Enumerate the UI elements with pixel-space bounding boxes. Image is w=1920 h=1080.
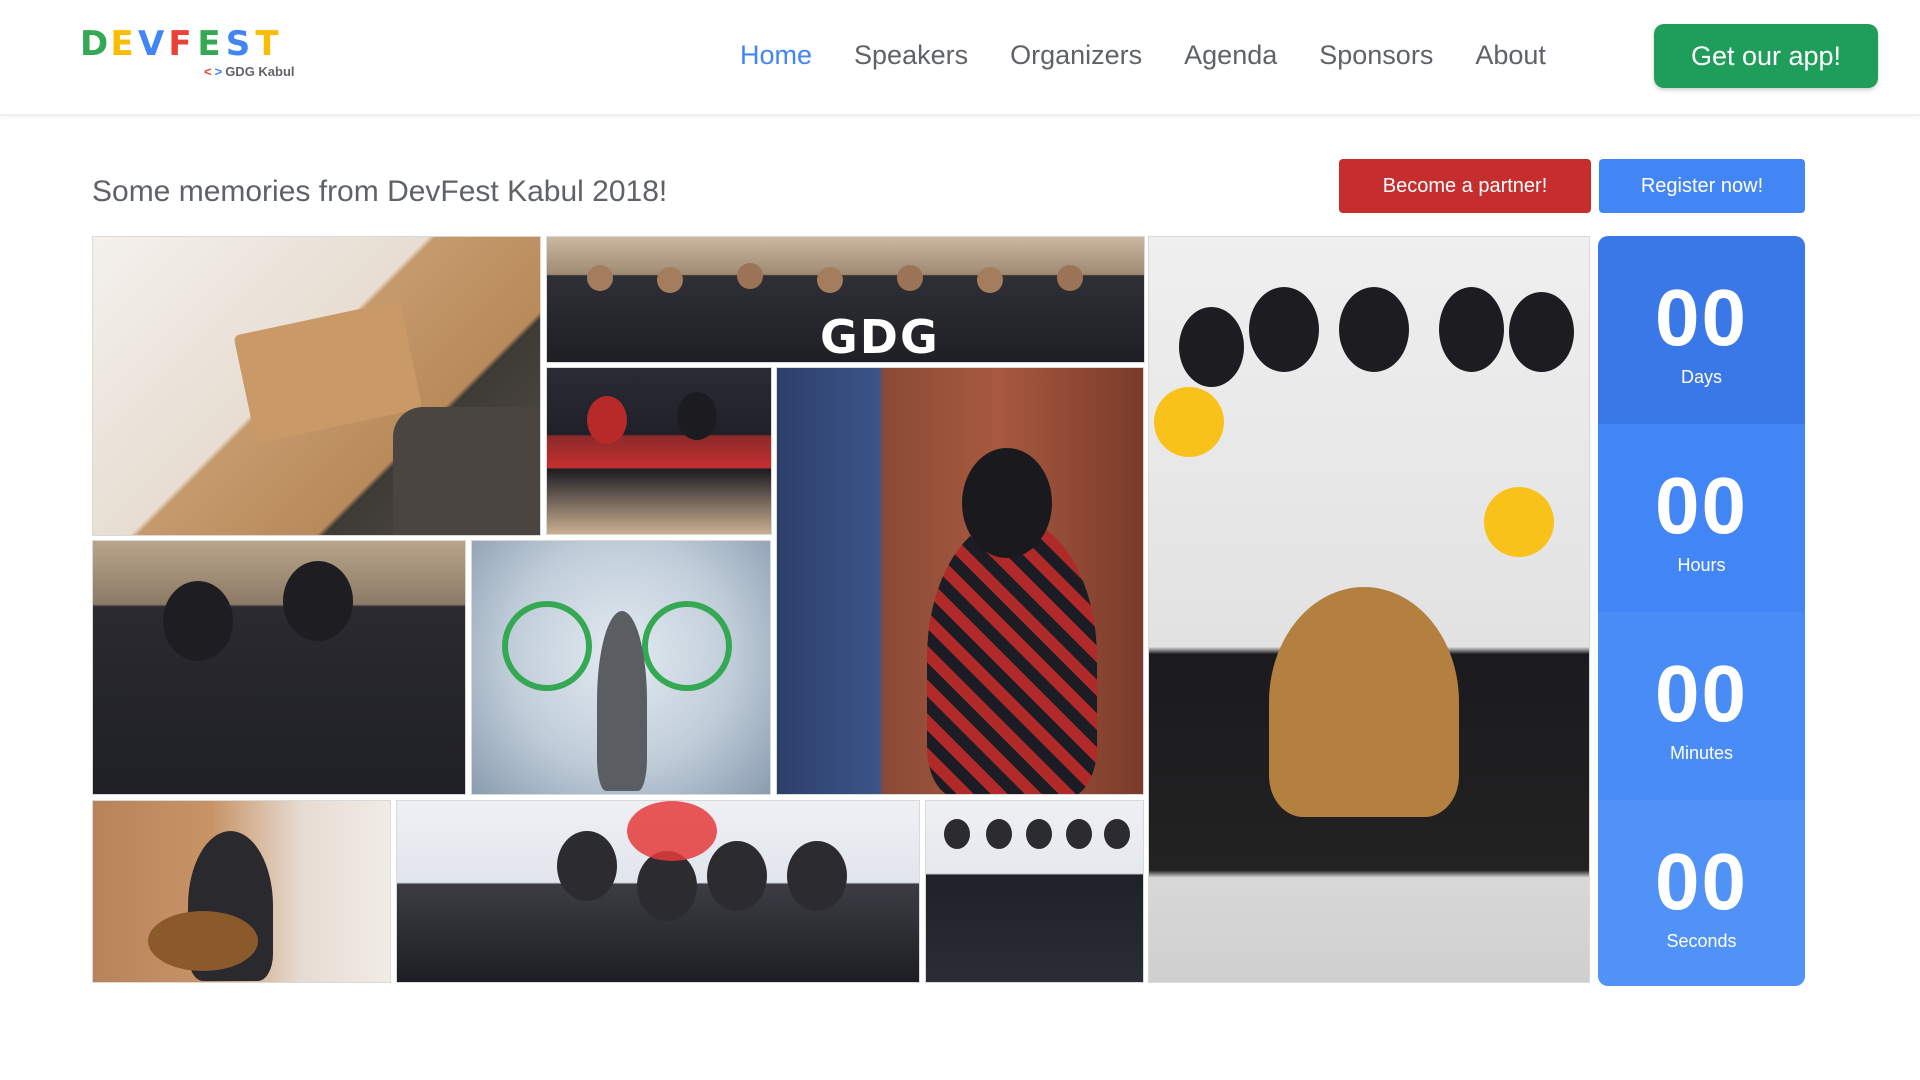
devfest-logo[interactable]: D E V F E S T < > GDG Kabul: [80, 24, 320, 84]
photo-selfie-group[interactable]: [396, 800, 920, 983]
person-head: [1439, 287, 1504, 372]
nav-home[interactable]: Home: [740, 38, 812, 72]
badge-stack-shape: [233, 300, 423, 444]
countdown-minutes-value: 00: [1655, 649, 1748, 738]
countdown-hours-value: 00: [1655, 461, 1748, 550]
person-head: [1104, 819, 1130, 849]
person-head: [787, 841, 847, 911]
site-header: D E V F E S T < > GDG Kabul Home Speakers…: [0, 0, 1920, 115]
person-head: [677, 392, 717, 440]
gdg-bracket-left-icon: <: [204, 64, 212, 79]
person-head: [944, 819, 970, 849]
person-head: [163, 581, 233, 661]
person-head: [897, 265, 923, 291]
person-head: [1057, 265, 1083, 291]
logo-wordmark: D E V F E S T: [80, 24, 320, 64]
guitar-shape: [148, 911, 258, 971]
gdg-bracket-right-icon: >: [214, 64, 223, 79]
person-figure: [597, 611, 647, 791]
person-head: [1179, 307, 1244, 387]
photo-guitar-player[interactable]: [92, 800, 391, 983]
person-head: [1066, 819, 1092, 849]
person-figure: [927, 518, 1097, 794]
register-button[interactable]: Register now!: [1599, 159, 1805, 213]
photo-audience-men[interactable]: [92, 540, 466, 795]
emoji-prop-icon: [1484, 487, 1554, 557]
person-head: [977, 267, 1003, 293]
photo-audience-women[interactable]: [546, 367, 772, 535]
person-head: [587, 396, 627, 444]
sleeve-shape: [393, 407, 540, 535]
countdown-hours: 00 Hours: [1598, 424, 1805, 612]
person-head: [817, 267, 843, 293]
person-figure: [1269, 587, 1459, 817]
logo-letter-4: F: [168, 24, 192, 64]
nav-agenda[interactable]: Agenda: [1184, 38, 1277, 72]
logo-letter-3: V: [138, 24, 165, 64]
become-partner-button[interactable]: Become a partner!: [1339, 159, 1591, 213]
bike-wheel-shape: [642, 601, 732, 691]
countdown-seconds-label: Seconds: [1666, 931, 1737, 951]
logo-subtitle: < > GDG Kabul: [204, 64, 295, 79]
countdown-minutes: 00 Minutes: [1598, 612, 1805, 800]
photo-standing-group[interactable]: [925, 800, 1144, 983]
countdown-hours-label: Hours: [1677, 555, 1726, 575]
memories-heading: Some memories from DevFest Kabul 2018!: [92, 175, 668, 208]
red-circle-backdrop: [627, 801, 717, 861]
person-head: [587, 265, 613, 291]
logo-letter-2: E: [110, 24, 134, 64]
logo-letter-1: D: [80, 24, 109, 64]
photo-conversation[interactable]: [776, 367, 1144, 795]
main-nav: Home Speakers Organizers Agenda Sponsors…: [740, 38, 1588, 72]
person-head: [737, 263, 763, 289]
countdown-seconds: 00 Seconds: [1598, 800, 1805, 986]
person-head: [962, 448, 1052, 558]
person-head: [283, 561, 353, 641]
photo-google-bike[interactable]: [471, 540, 771, 795]
bike-wheel-shape: [502, 601, 592, 691]
get-app-button[interactable]: Get our app!: [1654, 24, 1878, 88]
photo-badges-in-hands[interactable]: [92, 236, 541, 536]
logo-sub-label: GDG Kabul: [225, 64, 295, 79]
logo-letter-7: T: [255, 24, 279, 64]
person-head: [557, 831, 617, 901]
logo-letter-5: E: [197, 24, 221, 64]
gdg-sign-text: GDG: [820, 310, 940, 364]
person-head: [657, 267, 683, 293]
countdown-days-label: Days: [1680, 367, 1722, 387]
person-head: [1026, 819, 1052, 849]
countdown-minutes-label: Minutes: [1669, 743, 1734, 763]
countdown-timer: 00 Days 00 Hours 00 Minutes 00 Seconds: [1598, 236, 1805, 986]
countdown-days-value: 00: [1655, 273, 1748, 362]
nav-organizers[interactable]: Organizers: [1010, 38, 1142, 72]
countdown-days: 00 Days: [1598, 236, 1805, 424]
nav-sponsors[interactable]: Sponsors: [1319, 38, 1433, 72]
person-head: [637, 851, 697, 921]
person-head: [707, 841, 767, 911]
countdown-seconds-value: 00: [1655, 837, 1748, 926]
photo-group-props[interactable]: [1148, 236, 1590, 983]
logo-letter-6: S: [225, 24, 251, 64]
person-head: [986, 819, 1012, 849]
person-head: [1249, 287, 1319, 372]
nav-speakers[interactable]: Speakers: [854, 38, 968, 72]
emoji-prop-icon: [1154, 387, 1224, 457]
person-head: [1509, 292, 1574, 372]
nav-about[interactable]: About: [1475, 38, 1546, 72]
person-head: [1339, 287, 1409, 372]
